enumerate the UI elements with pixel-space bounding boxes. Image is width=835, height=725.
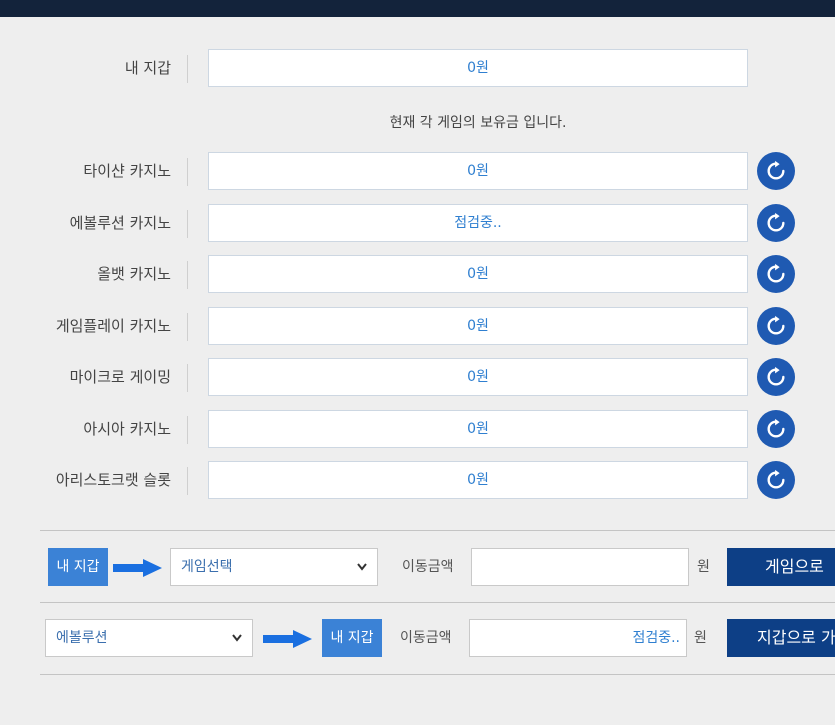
currency-unit: 원	[697, 559, 710, 575]
wallet-balance: 0원	[208, 49, 748, 87]
game-label: 마이크로 게이밍	[69, 368, 171, 386]
divider	[187, 416, 188, 444]
game-balance: 0원	[208, 358, 748, 396]
game-balance: 점검중..	[208, 204, 748, 242]
source-game-select[interactable]: 에볼루션	[45, 619, 253, 657]
refresh-button[interactable]	[757, 255, 795, 293]
divider	[187, 467, 188, 495]
game-row-evolution: 에볼루션 카지노 점검중..	[0, 204, 835, 242]
game-label: 올뱃 카지노	[97, 265, 171, 283]
game-row-allbet: 올뱃 카지노 0원	[0, 255, 835, 293]
chevron-down-icon	[232, 634, 242, 642]
game-label: 에볼루션 카지노	[69, 214, 171, 232]
amount-label: 이동금액	[402, 559, 454, 575]
wallet-label: 내 지갑	[124, 59, 171, 77]
game-balance: 0원	[208, 152, 748, 190]
top-bar	[0, 0, 835, 17]
refresh-icon	[767, 315, 785, 335]
arrow-right-icon	[113, 559, 162, 577]
game-row-taishan: 타이샨 카지노 0원	[0, 152, 835, 190]
divider	[187, 210, 188, 238]
wallet-source-tag: 내 지갑	[48, 548, 108, 586]
game-label: 아리스토크랫 슬롯	[55, 471, 171, 489]
game-row-microgaming: 마이크로 게이밍 0원	[0, 358, 835, 396]
game-label: 아시아 카지노	[83, 420, 171, 438]
divider	[187, 261, 188, 289]
game-row-asia: 아시아 카지노 0원	[0, 410, 835, 448]
amount-label: 이동금액	[400, 630, 452, 646]
game-balance: 0원	[208, 461, 748, 499]
refresh-icon	[767, 263, 785, 283]
divider	[187, 313, 188, 341]
refresh-button[interactable]	[757, 204, 795, 242]
refresh-button[interactable]	[757, 410, 795, 448]
amount-input-to-game[interactable]	[471, 548, 689, 586]
refresh-icon	[767, 160, 785, 180]
game-select-value: 게임선택	[181, 559, 233, 575]
divider	[40, 602, 835, 603]
game-balance: 0원	[208, 307, 748, 345]
refresh-icon	[767, 469, 785, 489]
divider	[40, 674, 835, 675]
divider	[187, 158, 188, 186]
divider	[187, 364, 188, 392]
refresh-icon	[767, 212, 785, 232]
game-balance: 0원	[208, 410, 748, 448]
refresh-icon	[767, 418, 785, 438]
divider	[40, 530, 835, 531]
transfer-to-wallet-button[interactable]: 지갑으로 가	[727, 619, 835, 657]
chevron-down-icon	[357, 563, 367, 571]
game-select[interactable]: 게임선택	[170, 548, 378, 586]
amount-input-to-wallet[interactable]: 점검중..	[469, 619, 687, 657]
game-balance: 0원	[208, 255, 748, 293]
currency-unit: 원	[694, 630, 707, 646]
divider	[187, 55, 188, 83]
balance-notice: 현재 각 게임의 보유금 입니다.	[389, 115, 567, 131]
wallet-row: 내 지갑 0원	[0, 49, 835, 87]
game-row-gameplay: 게임플레이 카지노 0원	[0, 307, 835, 345]
game-label: 게임플레이 카지노	[55, 317, 171, 335]
game-row-aristocrat: 아리스토크랫 슬롯 0원	[0, 461, 835, 499]
refresh-button[interactable]	[757, 461, 795, 499]
source-game-select-value: 에볼루션	[56, 630, 108, 646]
refresh-button[interactable]	[757, 358, 795, 396]
game-label: 타이샨 카지노	[83, 162, 171, 180]
refresh-button[interactable]	[757, 307, 795, 345]
wallet-target-tag: 내 지갑	[322, 619, 382, 657]
refresh-button[interactable]	[757, 152, 795, 190]
transfer-to-game-button[interactable]: 게임으로	[727, 548, 835, 586]
arrow-right-icon	[263, 630, 312, 648]
refresh-icon	[767, 366, 785, 386]
